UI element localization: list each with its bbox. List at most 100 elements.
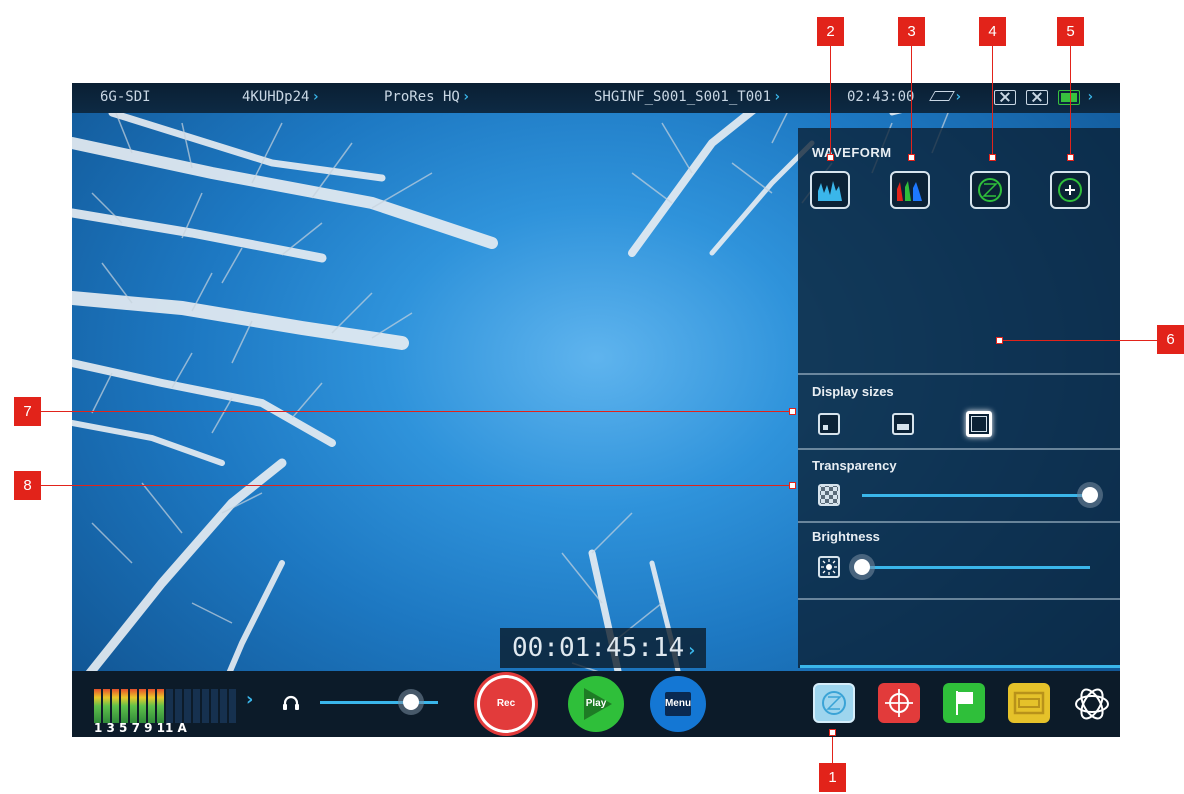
- rgb-parade-button[interactable]: [890, 171, 930, 209]
- callout-8-dot: [789, 482, 796, 489]
- codec-label: ProRes HQ: [384, 89, 460, 105]
- clip-name-status[interactable]: SHGINF_S001_S001_T001 ›: [594, 89, 781, 105]
- callout-2: 2: [817, 17, 844, 46]
- brightness-icon: [818, 556, 840, 578]
- audio-meter: [202, 689, 209, 723]
- callout-3-leader: [911, 46, 912, 156]
- callout-8: 8: [14, 471, 41, 500]
- frame-guides-tool-button[interactable]: [1008, 683, 1050, 723]
- callout-1-leader: [832, 737, 833, 763]
- record-label: Rec: [496, 698, 516, 709]
- sun-icon: [821, 559, 837, 575]
- bottom-toolbar: 1 3 5 7 9 11 A › Rec Play Menu: [72, 671, 1120, 737]
- callout-8-leader: [41, 485, 791, 486]
- vectorscope-button[interactable]: [970, 171, 1010, 209]
- input-status[interactable]: 6G-SDI: [100, 89, 151, 105]
- audio-meter: [94, 689, 101, 723]
- tag-tool-button[interactable]: [943, 683, 985, 723]
- callout-6: 6: [1157, 325, 1184, 354]
- audio-meters[interactable]: [94, 679, 236, 723]
- audio-meter: [130, 689, 137, 723]
- menu-button[interactable]: Menu: [650, 676, 706, 732]
- timecode-display[interactable]: 00:01:45:14 ›: [500, 628, 706, 668]
- vectorscope-icon: [978, 178, 1002, 202]
- callout-3-dot: [908, 154, 915, 161]
- callout-7-leader: [41, 411, 791, 412]
- scopes-tool-button[interactable]: [813, 683, 855, 723]
- callout-4-dot: [989, 154, 996, 161]
- callout-6-leader: [1001, 340, 1157, 341]
- callout-2-leader: [830, 46, 831, 156]
- tool-indicator-line: [800, 665, 1120, 668]
- audio-meter: [103, 689, 110, 723]
- callout-6-dot: [996, 337, 1003, 344]
- callout-3: 3: [898, 17, 925, 46]
- record-button[interactable]: Rec: [480, 678, 532, 730]
- monitor-screen: 6G-SDI 4KUHDp24 › ProRes HQ › SHGINF_S001_…: [72, 83, 1120, 737]
- callout-5: 5: [1057, 17, 1084, 46]
- brightness-slider-track[interactable]: [862, 566, 1090, 569]
- chevron-right-icon: ›: [311, 89, 320, 105]
- callout-2-dot: [827, 154, 834, 161]
- atomos-logo-icon[interactable]: [1072, 685, 1112, 723]
- headphones-icon: [283, 695, 299, 710]
- time-remaining: 02:43:00: [847, 89, 915, 105]
- waveform-panel: WAVEFORM Display sizes Transparency Brig…: [798, 128, 1120, 668]
- waveform-luma-button[interactable]: [810, 171, 850, 209]
- play-label: Play: [585, 698, 607, 709]
- medium-size-icon: [897, 424, 909, 430]
- audio-meter: [211, 689, 218, 723]
- divider: [798, 521, 1120, 523]
- audio-channel-labels: 1 3 5 7 9 11 A: [94, 721, 187, 735]
- audio-meter: [148, 689, 155, 723]
- display-size-medium-button[interactable]: [892, 413, 914, 435]
- audio-meter: [157, 689, 164, 723]
- crosshair-icon: [885, 689, 913, 717]
- chevron-right-icon[interactable]: ›: [246, 689, 253, 710]
- display-size-small-button[interactable]: [818, 413, 840, 435]
- flag-icon: [956, 691, 973, 715]
- transparency-slider-track[interactable]: [862, 494, 1090, 497]
- audio-meter: [166, 689, 173, 723]
- chevron-right-icon: ›: [954, 89, 963, 105]
- brightness-label: Brightness: [812, 529, 880, 544]
- frame-guides-icon: [1013, 691, 1045, 715]
- callout-7: 7: [14, 397, 41, 426]
- audio-meter: [139, 689, 146, 723]
- divider: [798, 598, 1120, 600]
- waveform-luma-icon: [818, 181, 842, 201]
- transparency-label: Transparency: [812, 458, 897, 473]
- small-size-icon: [823, 425, 828, 430]
- format-label: 4KUHDp24: [242, 89, 310, 105]
- audio-meter: [112, 689, 119, 723]
- chevron-right-icon: ›: [461, 89, 471, 105]
- audio-meter: [220, 689, 227, 723]
- power-status[interactable]: ›: [1084, 89, 1094, 105]
- headphone-volume-track[interactable]: [320, 701, 438, 704]
- codec-status[interactable]: ProRes HQ ›: [384, 89, 470, 105]
- chevron-right-icon: ›: [1086, 89, 1095, 105]
- divider: [798, 448, 1120, 450]
- display-sizes-label: Display sizes: [812, 384, 894, 399]
- scopes-icon: [822, 691, 846, 715]
- brightness-slider-knob[interactable]: [854, 559, 870, 575]
- play-button[interactable]: Play: [568, 676, 624, 732]
- headphone-volume-knob[interactable]: [402, 694, 419, 710]
- clip-name-label: SHGINF_S001_S001_T001: [594, 89, 772, 105]
- callout-1-dot: [829, 729, 836, 736]
- vectorscope-zoom-button[interactable]: [1050, 171, 1090, 209]
- callout-4: 4: [979, 17, 1006, 46]
- callout-5-dot: [1067, 154, 1074, 161]
- chevron-right-icon: ›: [773, 89, 782, 105]
- audio-meter: [193, 689, 200, 723]
- chevron-right-icon: ›: [686, 640, 698, 661]
- audio-meter: [229, 689, 236, 723]
- rgb-parade-icon: [897, 181, 922, 201]
- display-size-large-button[interactable]: [966, 411, 992, 437]
- timecode-value: 00:01:45:14: [512, 633, 685, 663]
- format-status[interactable]: 4KUHDp24 ›: [242, 89, 320, 105]
- focus-tool-button[interactable]: [878, 683, 920, 723]
- media-status[interactable]: ›: [929, 89, 963, 105]
- transparency-slider-knob[interactable]: [1082, 487, 1098, 503]
- callout-1: 1: [819, 763, 846, 792]
